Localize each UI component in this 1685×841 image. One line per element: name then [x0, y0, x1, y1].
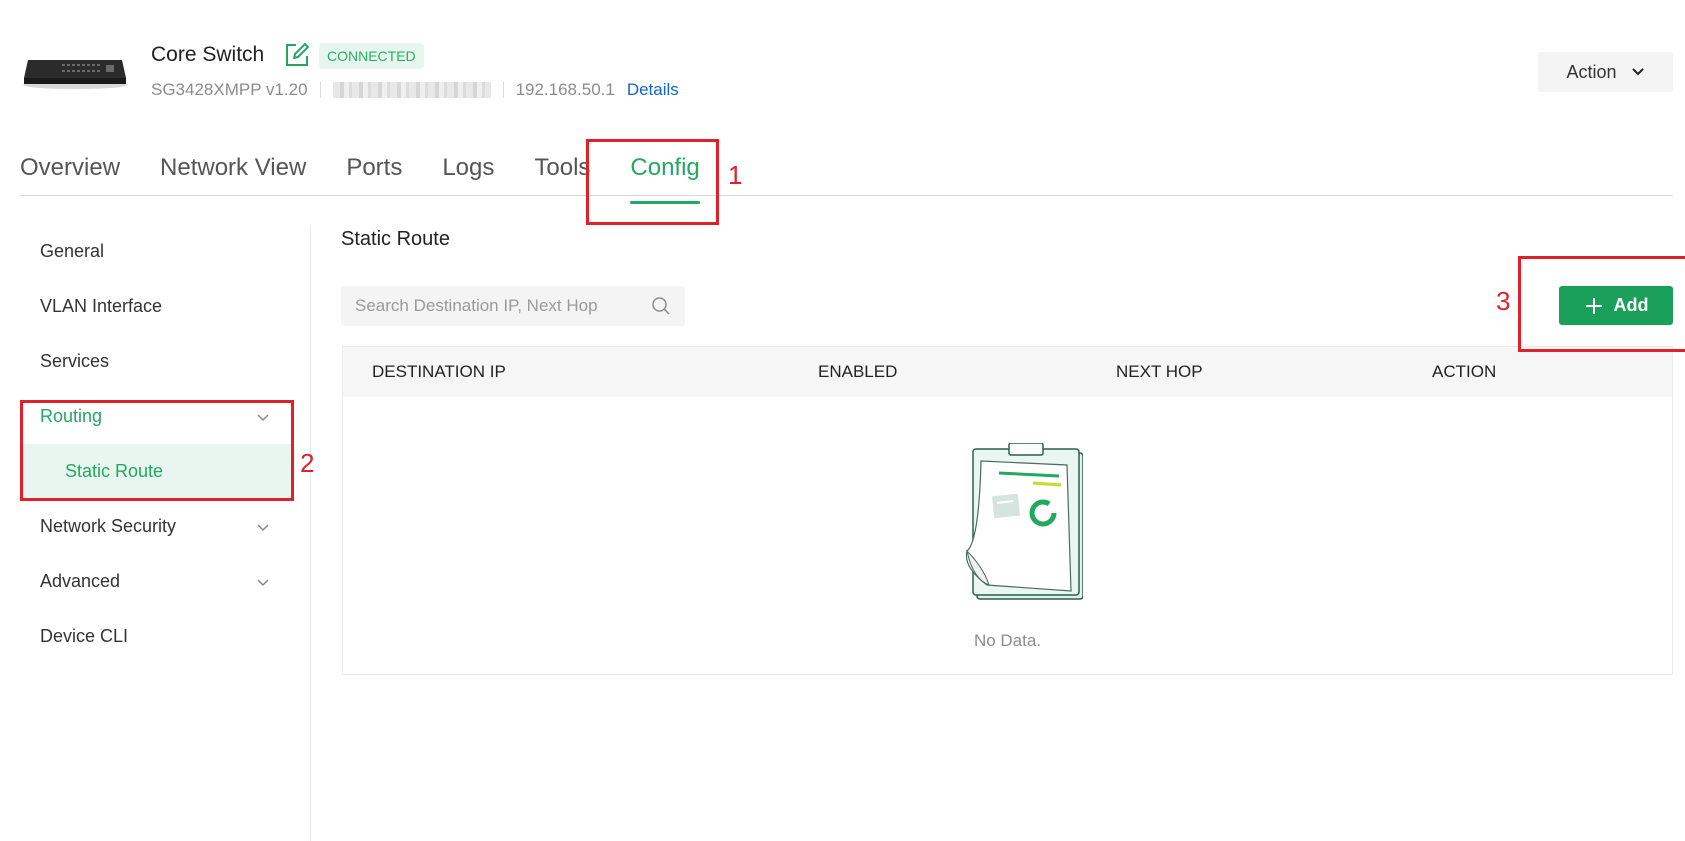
search-icon[interactable] [651, 296, 671, 316]
tab-tools[interactable]: Tools [534, 148, 590, 196]
sidebar-item-device-cli[interactable]: Device CLI [20, 609, 292, 664]
static-route-table: DESTINATION IP ENABLED NEXT HOP ACTION N… [342, 346, 1673, 675]
sidebar-item-general[interactable]: General [20, 224, 292, 279]
device-meta-row: SG3428XMPP v1.20 192.168.50.1 Details [151, 79, 679, 101]
device-model: SG3428XMPP v1.20 [151, 80, 308, 99]
status-badge: CONNECTED [319, 43, 424, 69]
annotation-box-config-tab [586, 139, 719, 225]
annotation-number: 2 [300, 448, 315, 478]
tab-network-view[interactable]: Network View [160, 148, 306, 196]
sidebar-item-label: Network Security [40, 516, 177, 536]
sidebar-item-label: Advanced [40, 571, 121, 591]
tab-logs[interactable]: Logs [442, 148, 494, 196]
action-button-label: Action [1566, 61, 1617, 82]
search-input[interactable] [355, 296, 651, 316]
page-title: Static Route [341, 228, 450, 250]
column-header-enabled[interactable]: ENABLED [818, 347, 897, 397]
annotation-box-routing [20, 400, 294, 501]
tab-overview[interactable]: Overview [20, 148, 120, 196]
chevron-down-icon [257, 523, 269, 531]
sidebar-item-vlan-interface[interactable]: VLAN Interface [20, 279, 292, 334]
column-header-destination-ip[interactable]: DESTINATION IP [372, 347, 506, 397]
sidebar-item-label: Services [40, 351, 110, 371]
divider [319, 82, 321, 98]
empty-clipboard-illustration [965, 443, 1083, 600]
redacted-mac-address [332, 82, 491, 98]
annotation-number: 1 [728, 160, 743, 190]
column-header-next-hop[interactable]: NEXT HOP [1116, 347, 1203, 397]
tab-ports[interactable]: Ports [346, 148, 402, 196]
action-dropdown-button[interactable]: Action [1538, 52, 1673, 92]
chevron-down-icon [257, 578, 269, 586]
annotation-box-add-button [1518, 256, 1685, 352]
column-header-action: ACTION [1432, 362, 1497, 381]
annotation-number: 3 [1496, 286, 1511, 316]
sidebar-item-services[interactable]: Services [20, 334, 292, 389]
sidebar-item-label: Device CLI [40, 626, 129, 646]
device-name: Core Switch [151, 43, 265, 66]
empty-state-text: No Data. [973, 631, 1042, 650]
table-header: DESTINATION IP ENABLED NEXT HOP ACTION [343, 347, 1672, 397]
sidebar-divider [310, 226, 311, 841]
chevron-down-icon [1631, 68, 1644, 76]
sidebar-item-label: General [40, 241, 105, 261]
sidebar-item-network-security[interactable]: Network Security [20, 499, 292, 554]
switch-device-image [23, 60, 127, 89]
empty-state: No Data. [343, 443, 1672, 651]
search-box[interactable] [341, 286, 685, 326]
sidebar-item-advanced[interactable]: Advanced [20, 554, 292, 609]
edit-icon[interactable] [284, 42, 310, 68]
tabs-divider [20, 195, 1673, 196]
device-ip: 192.168.50.1 [515, 80, 615, 99]
details-link[interactable]: Details [627, 80, 679, 100]
divider [502, 82, 504, 98]
sidebar-item-label: VLAN Interface [40, 296, 163, 316]
